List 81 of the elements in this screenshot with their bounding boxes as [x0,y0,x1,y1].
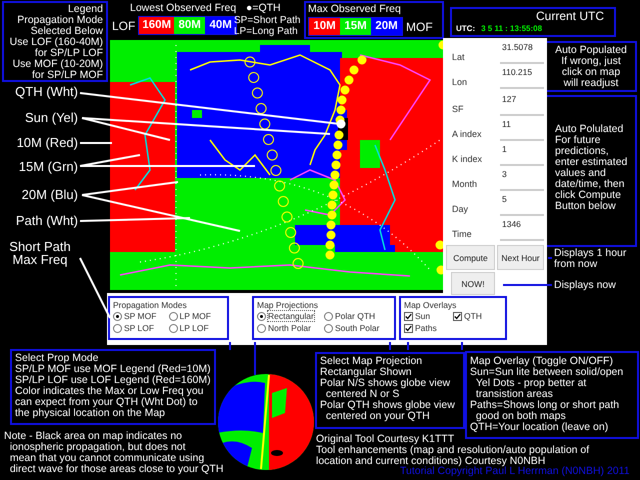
checkbox[interactable] [404,324,413,332]
field-label: Lon [452,76,468,86]
group-title: Map Overlays [404,299,458,311]
map-label: 20M (Blu) [20,188,78,201]
callout-text: Auto Populated If wrong, just click on map will readjust [554,45,628,89]
field-label: Time [452,228,473,238]
group-title: Map Projections [257,299,319,311]
legend-note: Legend Propagation Mode Selected Below Use LOF (160-40M) for SP/LP LOF Use MOF (10-20M) for SP/LP MOF [2,1,108,82]
leader-line [503,284,552,286]
band-swatch: 20M [371,18,402,35]
leader-line [548,257,552,259]
radio-button[interactable] [324,312,333,320]
callout-text: Displays 1 hour from now [554,248,626,270]
note-text: Note - Black area on map indicates no ionospheric propagation, but does not mean that you cannot communicate using direct wave for those areas close to your QTH [4,431,224,475]
field-label: Lat [452,50,466,62]
radio-option[interactable]: North Polar [257,323,324,333]
legend-label: LOF [112,18,136,32]
radio-button[interactable] [324,324,333,332]
callout-text: Select Map Projection Rectangular Shown Polar N/S shows globe view centered N or S Polar QTH shows globe view centered on your QTH [315,352,465,429]
radio-button[interactable] [168,312,178,320]
radio-button[interactable] [257,324,266,332]
callout-text: Select Prop Mode SP/LP MOF use MOF Legend (Red=10M) SP/LP LOF use LOF Legend (Red=160M) Color indicates the Max or Low Freq you can expect from your QTH (Wht Dot) to the physical location on the Map [10,349,216,425]
leader-line [229,342,231,350]
callout-text: Displays now [554,280,616,291]
input-field[interactable]: 127 [500,93,544,116]
radio-option[interactable]: Polar QTH [324,311,391,321]
legend-label: MOF [406,20,433,34]
checkbox-option[interactable]: QTH [453,311,502,321]
radio-option[interactable]: South Polar [324,323,391,333]
input-field[interactable]: 11 [500,118,544,141]
radio-button[interactable] [113,312,122,320]
map-label: Sun (Yel) [24,111,78,124]
band-swatch: 80M [174,17,206,34]
radio-option[interactable]: Rectangular [257,311,324,321]
checkbox[interactable] [453,312,462,320]
radio-option[interactable]: SP LOF [113,323,168,333]
input-field[interactable]: 3 [500,168,544,191]
band-swatch: 10M [309,18,340,35]
input-field[interactable]: 110.215 [500,66,544,89]
callout-text: Map Overlay (Toggle ON/OFF) Sun=Sun lite between solid/open Yel Dots - prop better at transistion areas Paths=Shows long or short path good on both maps QTH=Your location (leave on) [465,351,639,439]
map-label: QTH (Wht) [14,85,78,98]
leader-line [461,342,463,350]
next-hour-button[interactable]: Next Hour [497,245,544,270]
callout-text: Auto Polulated For future predictions, enter estimated values and date/time, then click Compute Button below [555,124,628,212]
radio-button[interactable] [168,324,178,332]
input-field[interactable]: 1 [500,143,544,166]
radio-option[interactable]: LP LOF [168,323,224,333]
map-label: 15M (Grn) [18,160,78,173]
qth-key: ●=QTH [246,2,281,14]
checkbox-option[interactable]: Sun [404,311,453,321]
leader-line [407,342,409,350]
legend-title: Lowest Observed Freq [129,2,238,15]
checkbox-option[interactable]: Paths [404,323,453,333]
map-label: 10M (Red) [16,136,78,149]
compute-button[interactable]: Compute [446,245,495,270]
field-label: Month [452,178,478,188]
leader-line [254,342,256,375]
input-field[interactable]: 5 [500,193,544,216]
now-button[interactable]: NOW! [451,272,495,295]
map-label: Short Path Max Freq [8,240,72,266]
radio-option[interactable]: SP MOF [113,311,168,321]
band-swatch: 15M [340,18,371,35]
utc-label: UTC: [456,23,476,35]
band-swatch: 160M [139,17,174,34]
checkbox[interactable] [404,312,413,320]
radio-option[interactable]: LP MOF [168,311,224,321]
field-label: Day [452,202,470,214]
input-field[interactable]: 31.5078 [500,41,544,64]
radio-button[interactable] [257,312,266,320]
radio-button[interactable] [113,324,122,332]
input-field[interactable]: 1346 [500,218,544,241]
group-title: Propagation Modes [113,299,188,311]
leader-line [389,342,391,350]
utc-value: 3 5 11 : 13:55:08 [481,23,542,35]
copyright-text: Tutorial Copyright Paul L Herrman (N0NBH) 2011 [400,466,630,477]
field-label: A index [452,128,483,138]
utc-title: Current UTC [534,9,604,23]
map-label: Path (Wht) [14,214,78,227]
field-label: K index [452,152,484,164]
field-label: SF [452,102,465,114]
legend-title: Max Observed Freq [308,3,402,16]
